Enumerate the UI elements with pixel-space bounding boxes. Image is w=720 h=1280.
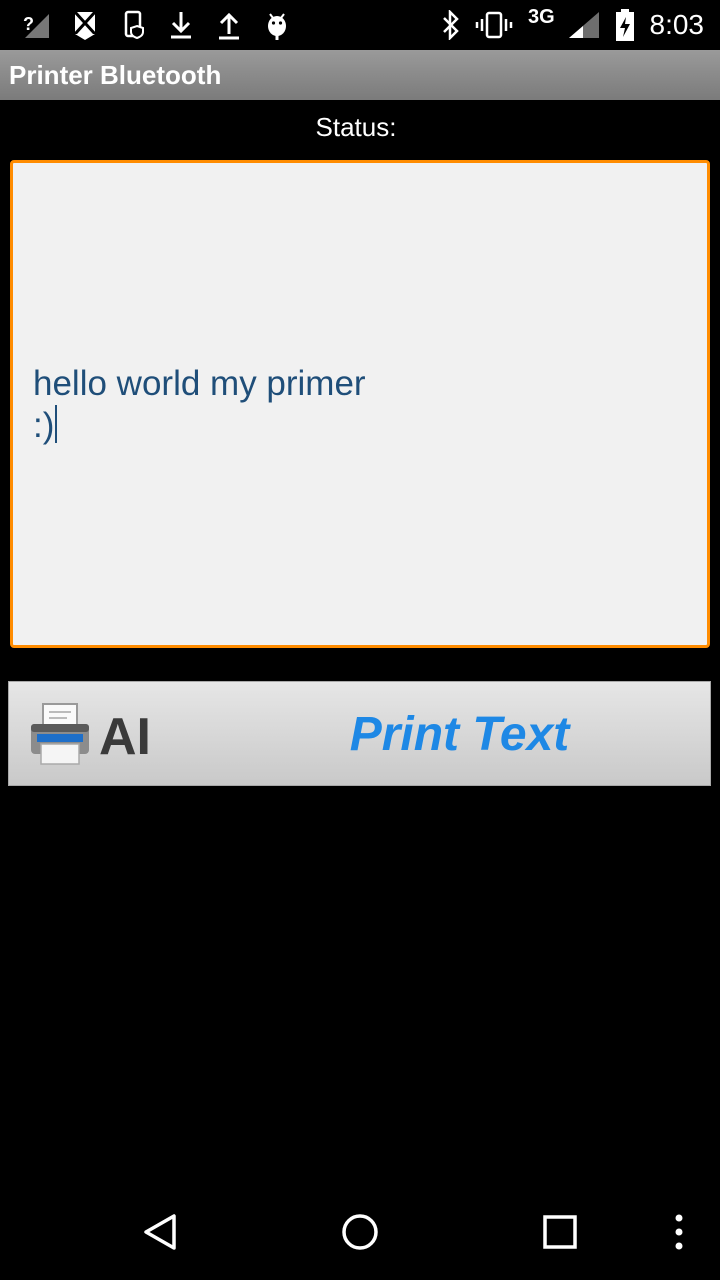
vibrate-icon — [474, 0, 514, 50]
device-security-icon — [120, 0, 150, 50]
network-type-label: 3G — [528, 6, 555, 28]
navigation-bar — [0, 1184, 720, 1280]
android-debug-icon — [262, 0, 292, 50]
print-text-input[interactable]: hello world my primer :) — [10, 160, 710, 648]
no-signal-icon: ? — [20, 0, 52, 50]
download-icon — [166, 0, 196, 50]
svg-text:?: ? — [23, 14, 34, 34]
print-text-content: hello world my primer :) — [33, 363, 687, 447]
print-text-button-label: Print Text — [349, 708, 570, 761]
cell-signal-icon — [566, 0, 602, 50]
app-title-bar: Printer Bluetooth — [0, 50, 720, 100]
status-label: Status: — [315, 112, 397, 142]
home-icon[interactable] — [336, 1184, 384, 1280]
text-cursor — [55, 405, 58, 443]
printer-icon: AI — [27, 700, 187, 770]
print-text-button[interactable]: AI Print Text — [8, 681, 711, 786]
clock: 8:03 — [649, 9, 705, 40]
blocked-sim-icon — [70, 0, 100, 50]
back-icon[interactable] — [136, 1184, 184, 1280]
upload-icon — [214, 0, 244, 50]
status-bar: ? 3G 8:03 — [0, 0, 720, 50]
recents-icon[interactable] — [536, 1184, 584, 1280]
app-title: Printer Bluetooth — [9, 60, 222, 90]
printer-icon-text: AI — [99, 708, 151, 766]
print-text-value: hello world my primer :) — [33, 364, 366, 445]
bluetooth-icon — [438, 0, 464, 50]
battery-charging-icon — [612, 0, 638, 50]
overflow-menu-icon[interactable] — [664, 1184, 694, 1280]
